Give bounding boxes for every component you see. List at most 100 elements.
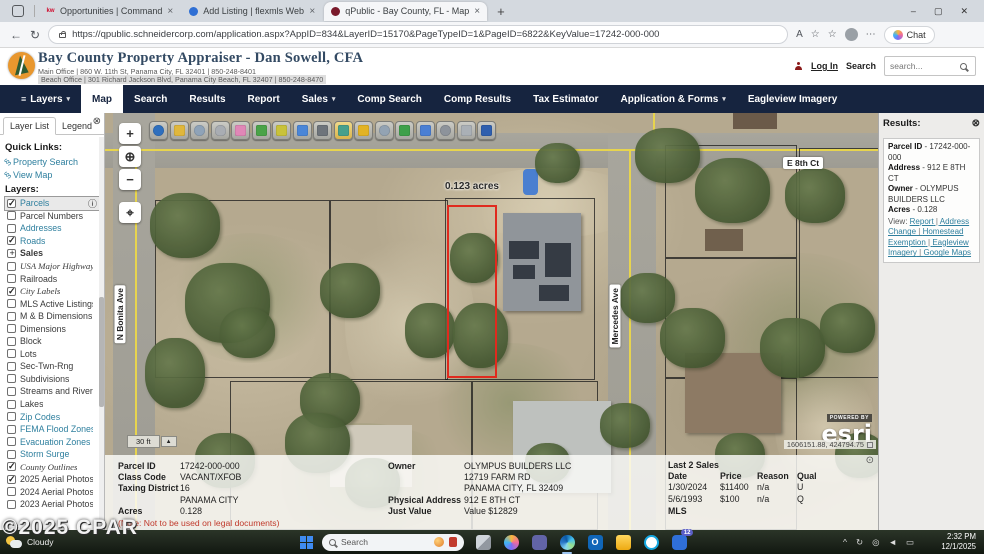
layer-row[interactable]: County Outlines: [5, 460, 99, 473]
nav-item[interactable]: Comp Search: [346, 85, 432, 113]
layer-checkbox[interactable]: [7, 262, 16, 271]
locate-button[interactable]: ⌖: [119, 202, 141, 223]
nav-item[interactable]: Sales ▾: [291, 85, 347, 113]
layer-row[interactable]: Streams and Rivers: [5, 385, 99, 398]
layer-row[interactable]: Railroads: [5, 272, 99, 285]
tray-icon[interactable]: ↻: [856, 537, 863, 548]
layer-checkbox[interactable]: [7, 236, 16, 245]
taskbar-app-icon[interactable]: [473, 532, 493, 552]
map-tool-button[interactable]: [272, 121, 291, 140]
sidebar-scrollbar[interactable]: [99, 137, 104, 527]
map-tool-button[interactable]: [436, 121, 455, 140]
layer-row[interactable]: Dimensions: [5, 322, 99, 335]
nav-item[interactable]: Eagleview Imagery: [737, 85, 849, 113]
map-tool-button[interactable]: [190, 121, 209, 140]
layer-row[interactable]: Evacuation Zones: [5, 435, 99, 448]
nav-item[interactable]: Map: [81, 85, 123, 113]
nav-item[interactable]: Search: [123, 85, 178, 113]
copilot-chat-button[interactable]: Chat: [884, 26, 935, 44]
nav-item[interactable]: Tax Estimator: [522, 85, 609, 113]
browser-menu-icon[interactable]: ⋯: [866, 29, 876, 40]
layer-row[interactable]: Subdivisions: [5, 373, 99, 386]
login-link[interactable]: Log In: [811, 61, 838, 71]
layer-label[interactable]: 2024 Aerial Photos: [20, 487, 93, 497]
result-link[interactable]: Google Maps: [923, 248, 971, 257]
map-tool-button[interactable]: [211, 121, 230, 140]
layer-row[interactable]: Parcel Numbers: [5, 210, 99, 223]
layer-checkbox[interactable]: [7, 374, 16, 383]
layer-checkbox[interactable]: [7, 299, 16, 308]
layer-checkbox[interactable]: [7, 450, 16, 459]
panel-collapse-icon[interactable]: ⊙: [866, 455, 874, 466]
quick-link[interactable]: § Property Search: [5, 155, 99, 168]
layer-row[interactable]: FEMA Flood Zones: [5, 423, 99, 436]
nav-item[interactable]: Results: [178, 85, 236, 113]
favorite-star-icon[interactable]: ☆: [811, 29, 820, 40]
layer-checkbox[interactable]: [7, 400, 16, 409]
layer-label[interactable]: Parcel Numbers: [20, 211, 83, 221]
layer-checkbox[interactable]: [7, 500, 16, 509]
layer-label[interactable]: Lots: [20, 349, 37, 359]
layer-row[interactable]: Lots: [5, 348, 99, 361]
map-tool-button[interactable]: [252, 121, 271, 140]
layer-row[interactable]: Parcels ⓘ: [5, 197, 99, 210]
layer-checkbox[interactable]: [7, 475, 16, 484]
layer-checkbox[interactable]: [7, 199, 16, 208]
header-search-input[interactable]: [890, 61, 960, 71]
refresh-button[interactable]: ↻: [30, 28, 40, 42]
layer-label[interactable]: Parcels: [20, 198, 49, 208]
layer-checkbox[interactable]: [7, 425, 16, 434]
profile-avatar[interactable]: [845, 28, 858, 41]
taskbar-app-icon[interactable]: O: [585, 532, 605, 552]
start-button[interactable]: [300, 536, 313, 549]
scrollbar-thumb[interactable]: [99, 297, 104, 407]
tray-icon[interactable]: ▭: [906, 537, 914, 548]
layer-checkbox[interactable]: [7, 224, 16, 233]
map-tool-button[interactable]: [354, 121, 373, 140]
layer-label[interactable]: Block: [20, 336, 42, 346]
header-search-label[interactable]: Search: [846, 61, 876, 71]
layer-checkbox[interactable]: [7, 487, 16, 496]
tray-icon[interactable]: ◄: [889, 537, 897, 547]
map-tool-button[interactable]: [313, 121, 332, 140]
layer-label[interactable]: Storm Surge: [20, 449, 69, 459]
layer-checkbox[interactable]: [7, 412, 16, 421]
layer-label[interactable]: USA Major Highways: [20, 261, 93, 271]
map-tool-button[interactable]: [395, 121, 414, 140]
tab-close-icon[interactable]: ×: [167, 6, 173, 17]
results-close-icon[interactable]: ⊗: [972, 118, 980, 129]
layer-row[interactable]: 2023 Aerial Photos: [5, 498, 99, 511]
map-tool-button[interactable]: [231, 121, 250, 140]
layer-label[interactable]: Railroads: [20, 274, 57, 284]
close-button[interactable]: ✕: [960, 6, 968, 17]
layer-checkbox[interactable]: [7, 437, 16, 446]
layer-row[interactable]: MLS Active Listings: [5, 297, 99, 310]
layer-checkbox[interactable]: [7, 312, 16, 321]
taskbar-app-icon[interactable]: [501, 532, 521, 552]
tray-icon[interactable]: ◎: [872, 537, 879, 548]
selected-parcel-outline[interactable]: [447, 205, 497, 378]
layer-label[interactable]: Roads: [20, 236, 45, 246]
taskbar-app-icon[interactable]: 12: [669, 532, 689, 552]
new-tab-button[interactable]: +: [491, 4, 511, 19]
layer-label[interactable]: Addresses: [20, 223, 62, 233]
tab-close-icon[interactable]: ×: [309, 6, 315, 17]
map-tool-button[interactable]: [334, 121, 353, 140]
quick-link[interactable]: § View Map: [5, 168, 99, 181]
layer-label[interactable]: 2023 Aerial Photos: [20, 499, 93, 509]
layer-checkbox[interactable]: [7, 287, 16, 296]
taskbar-app-icon[interactable]: [641, 532, 661, 552]
nav-item[interactable]: Report: [237, 85, 291, 113]
layer-checkbox[interactable]: [7, 337, 16, 346]
layer-row[interactable]: Addresses: [5, 222, 99, 235]
layer-label[interactable]: City Labels: [20, 286, 60, 296]
map-tool-button[interactable]: [477, 121, 496, 140]
layer-checkbox[interactable]: [7, 249, 16, 258]
taskbar-search[interactable]: Search: [322, 534, 464, 551]
globe-home-button[interactable]: ⊕: [119, 146, 141, 167]
layer-label[interactable]: Evacuation Zones: [20, 437, 90, 447]
map-tool-button[interactable]: [149, 121, 168, 140]
info-icon[interactable]: ⓘ: [88, 197, 97, 210]
zoom-out-button[interactable]: −: [119, 169, 141, 190]
minimize-button[interactable]: –: [911, 6, 916, 17]
